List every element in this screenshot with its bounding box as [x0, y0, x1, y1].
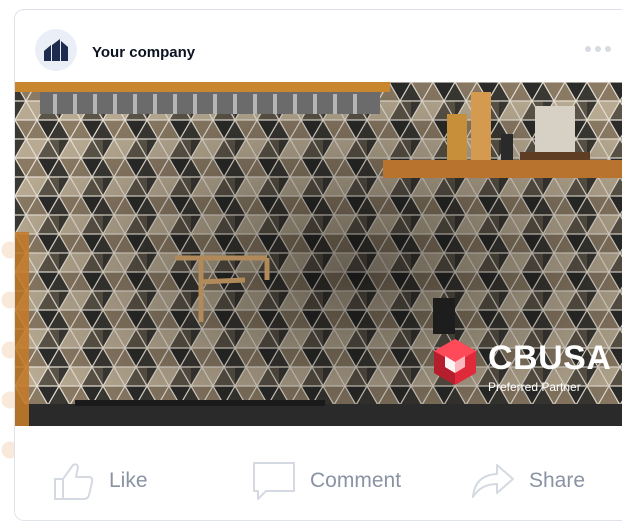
like-label: Like	[109, 469, 148, 492]
post-image[interactable]: CBUSA Preferred Partner	[15, 82, 622, 426]
post-header: Your company	[15, 10, 622, 82]
social-post-card: Your company CBUSA Preferred Partner Lik…	[14, 9, 622, 521]
thumbs-up-icon	[54, 463, 94, 500]
company-name[interactable]: Your company	[92, 44, 195, 61]
brand-name: CBUSA	[488, 339, 612, 377]
cube-logo-icon	[434, 339, 476, 385]
like-button[interactable]: Like	[51, 461, 148, 501]
comment-label: Comment	[310, 469, 402, 492]
company-avatar[interactable]	[35, 29, 77, 71]
brand-logo: CBUSA Preferred Partner	[430, 337, 622, 397]
comment-button[interactable]: Comment	[252, 461, 401, 501]
share-label: Share	[529, 469, 586, 492]
more-options-icon[interactable]	[585, 46, 611, 52]
share-button[interactable]: Share	[471, 461, 585, 501]
post-actions: Like Comment Share	[15, 426, 622, 520]
share-icon	[472, 464, 514, 498]
buildings-icon	[44, 39, 68, 61]
brand-tagline: Preferred Partner	[488, 380, 581, 394]
comment-icon	[253, 462, 295, 500]
